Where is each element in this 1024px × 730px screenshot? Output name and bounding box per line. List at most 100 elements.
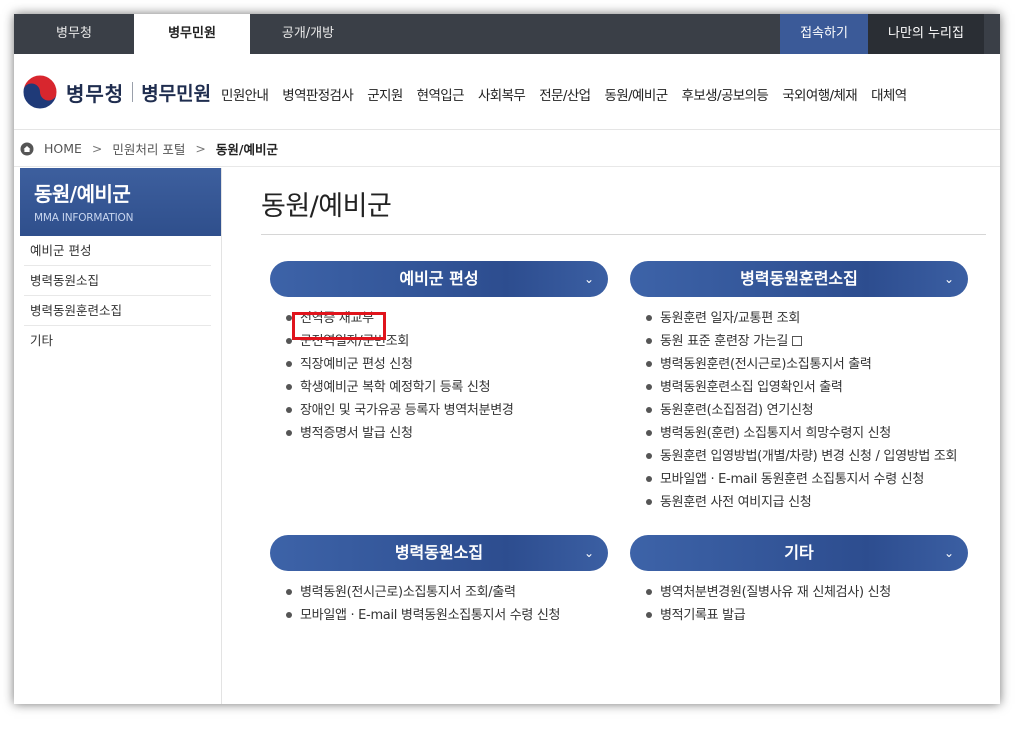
list-item[interactable]: 동원훈련(소집점검) 연기신청: [646, 399, 968, 422]
panel-header[interactable]: 병력동원훈련소집 ⌄: [630, 261, 968, 297]
panel-header[interactable]: 예비군 편성 ⌄: [270, 261, 608, 297]
list-item-label: 동원훈련 일자/교통편 조회: [660, 311, 801, 326]
list-item-label: 병력동원훈련(전시근로)소집통지서 출력: [660, 357, 872, 372]
breadcrumb: HOME > 민원처리 포털 > 동원/예비군: [14, 131, 1000, 167]
panel-title: 예비군 편성: [399, 269, 479, 288]
home-icon[interactable]: [20, 142, 34, 156]
breadcrumb-current[interactable]: 동원/예비군: [216, 139, 278, 158]
external-link-icon: [792, 335, 803, 346]
my-page-button[interactable]: 나만의 누리집: [868, 14, 984, 54]
sidebar-item-mobilization-training[interactable]: 병력동원훈련소집: [24, 296, 211, 326]
panel-mobilization-training: 병력동원훈련소집 ⌄ 동원훈련 일자/교통편 조회 동원 표준 훈련장 가는길 …: [630, 261, 968, 514]
list-item-label: 모바일앱 · E-mail 동원훈련 소집통지서 수령 신청: [660, 472, 925, 487]
bullet-icon: [646, 453, 652, 459]
sidebar-item-etc[interactable]: 기타: [24, 326, 211, 356]
bullet-icon: [286, 361, 292, 367]
top-bar: 병무청 병무민원 공개/개방 접속하기 나만의 누리집: [14, 14, 1000, 54]
sidebar-item-mobilization[interactable]: 병력동원소집: [24, 266, 211, 296]
list-item-label: 장애인 및 국가유공 등록자 병역처분변경: [300, 403, 514, 418]
panel-etc: 기타 ⌄ 병역처분변경원(질병사유 재 신체검사) 신청 병적기록표 발급: [630, 535, 968, 627]
main-navigation: 민원안내 병역판정검사 군지원 현역입근 사회복무 전문/산업 동원/예비군 후…: [221, 84, 921, 104]
bullet-icon: [646, 589, 652, 595]
list-item[interactable]: 동원 표준 훈련장 가는길: [646, 330, 968, 353]
list-item[interactable]: 직장예비군 편성 신청: [286, 353, 608, 376]
bullet-icon: [646, 361, 652, 367]
nav-item-industry[interactable]: 전문/산업: [539, 84, 591, 104]
chevron-down-icon[interactable]: ⌄: [944, 261, 954, 297]
list-item[interactable]: 병적증명서 발급 신청: [286, 422, 608, 445]
panel-title: 병력동원훈련소집: [740, 269, 858, 288]
bullet-icon: [286, 612, 292, 618]
bullet-icon: [646, 315, 652, 321]
nav-item-reserve[interactable]: 동원/예비군: [604, 84, 668, 104]
list-item-label: 동원 표준 훈련장 가는길: [660, 334, 789, 349]
title-divider: [261, 234, 986, 235]
logo-text: 병무청: [66, 81, 125, 106]
site-header: 병무청 병무민원 민원안내 병역판정검사 군지원 현역입근 사회복무 전문/산업…: [14, 54, 1000, 130]
sidebar-title: 동원/예비군: [34, 182, 131, 206]
list-item[interactable]: 병역처분변경원(질병사유 재 신체검사) 신청: [646, 581, 968, 604]
taegeuk-logo-icon: [22, 74, 58, 110]
list-item-label: 학생예비군 복학 예정학기 등록 신청: [300, 380, 491, 395]
main-content: 동원/예비군 예비군 편성 ⌄ 전역증 재교부 군전역일자/군번조회 직장예비군…: [261, 168, 986, 623]
nav-item-alternative[interactable]: 대체역: [871, 84, 907, 104]
nav-item-military-apply[interactable]: 군지원: [367, 84, 403, 104]
panel-header[interactable]: 병력동원소집 ⌄: [270, 535, 608, 571]
chevron-down-icon[interactable]: ⌄: [584, 261, 594, 297]
page-title: 동원/예비군: [261, 191, 392, 222]
chevron-down-icon[interactable]: ⌄: [944, 535, 954, 571]
logo-divider: [132, 82, 134, 102]
list-item-label: 병력동원훈련소집 입영확인서 출력: [660, 380, 843, 395]
list-item-label: 병역처분변경원(질병사유 재 신체검사) 신청: [660, 585, 891, 600]
tab-civil-service[interactable]: 병무민원: [134, 14, 250, 54]
list-item[interactable]: 동원훈련 입영방법(개별/차량) 변경 신청 / 입영방법 조회: [646, 445, 968, 468]
list-item-label: 병력동원(전시근로)소집통지서 조회/출력: [300, 585, 516, 600]
list-item-label: 동원훈련 입영방법(개별/차량) 변경 신청 / 입영방법 조회: [660, 449, 958, 464]
sidebar-subtitle: MMA INFORMATION: [34, 212, 134, 224]
breadcrumb-portal[interactable]: 민원처리 포털: [112, 139, 185, 158]
nav-item-overseas[interactable]: 국외여행/체재: [782, 84, 857, 104]
highlight-box: [292, 312, 386, 340]
chevron-right-icon: >: [91, 141, 103, 156]
panel-header[interactable]: 기타 ⌄: [630, 535, 968, 571]
bullet-icon: [646, 499, 652, 505]
browser-frame: 병무청 병무민원 공개/개방 접속하기 나만의 누리집 병무청 병무민원 민원안…: [14, 14, 1000, 704]
list-item[interactable]: 병력동원훈련(전시근로)소집통지서 출력: [646, 353, 968, 376]
sidebar-header: 동원/예비군 MMA INFORMATION: [20, 168, 221, 236]
nav-item-active-duty[interactable]: 현역입근: [417, 84, 465, 104]
nav-item-candidate[interactable]: 후보생/공보의등: [682, 84, 769, 104]
list-item-label: 병력동원(훈련) 소집통지서 희망수령지 신청: [660, 426, 891, 441]
list-item[interactable]: 학생예비군 복학 예정학기 등록 신청: [286, 376, 608, 399]
list-item[interactable]: 모바일앱 · E-mail 병력동원소집통지서 수령 신청: [286, 604, 608, 627]
list-item-label: 동원훈련(소집점검) 연기신청: [660, 403, 814, 418]
bullet-icon: [286, 384, 292, 390]
bullet-icon: [646, 338, 652, 344]
tab-open[interactable]: 공개/개방: [250, 14, 366, 54]
panel-title: 병력동원소집: [394, 543, 484, 562]
nav-item-social-service[interactable]: 사회복무: [478, 84, 526, 104]
list-item[interactable]: 병력동원(전시근로)소집통지서 조회/출력: [286, 581, 608, 604]
site-logo[interactable]: 병무청 병무민원: [22, 74, 211, 110]
chevron-down-icon[interactable]: ⌄: [584, 535, 594, 571]
list-item[interactable]: 장애인 및 국가유공 등록자 병역처분변경: [286, 399, 608, 422]
list-item-label: 모바일앱 · E-mail 병력동원소집통지서 수령 신청: [300, 608, 561, 623]
panel-mobilization: 병력동원소집 ⌄ 병력동원(전시근로)소집통지서 조회/출력 모바일앱 · E-…: [270, 535, 608, 627]
sidebar: 동원/예비군 MMA INFORMATION 예비군 편성 병력동원소집 병력동…: [20, 168, 222, 704]
list-item-label: 동원훈련 사전 여비지급 신청: [660, 495, 812, 510]
list-item[interactable]: 병력동원(훈련) 소집통지서 희망수령지 신청: [646, 422, 968, 445]
bullet-icon: [286, 589, 292, 595]
login-button[interactable]: 접속하기: [780, 14, 868, 54]
tab-mma[interactable]: 병무청: [14, 14, 134, 54]
sidebar-item-reserve-organization[interactable]: 예비군 편성: [24, 236, 211, 266]
bullet-icon: [646, 407, 652, 413]
list-item[interactable]: 병적기록표 발급: [646, 604, 968, 627]
list-item[interactable]: 병력동원훈련소집 입영확인서 출력: [646, 376, 968, 399]
nav-item-exam[interactable]: 병역판정검사: [282, 84, 354, 104]
list-item[interactable]: 동원훈련 일자/교통편 조회: [646, 307, 968, 330]
nav-item-guide[interactable]: 민원안내: [221, 84, 269, 104]
list-item[interactable]: 동원훈련 사전 여비지급 신청: [646, 491, 968, 514]
bullet-icon: [286, 430, 292, 436]
breadcrumb-home[interactable]: HOME: [44, 141, 82, 156]
logo-subtitle: 병무민원: [141, 82, 212, 105]
list-item[interactable]: 모바일앱 · E-mail 동원훈련 소집통지서 수령 신청: [646, 468, 968, 491]
